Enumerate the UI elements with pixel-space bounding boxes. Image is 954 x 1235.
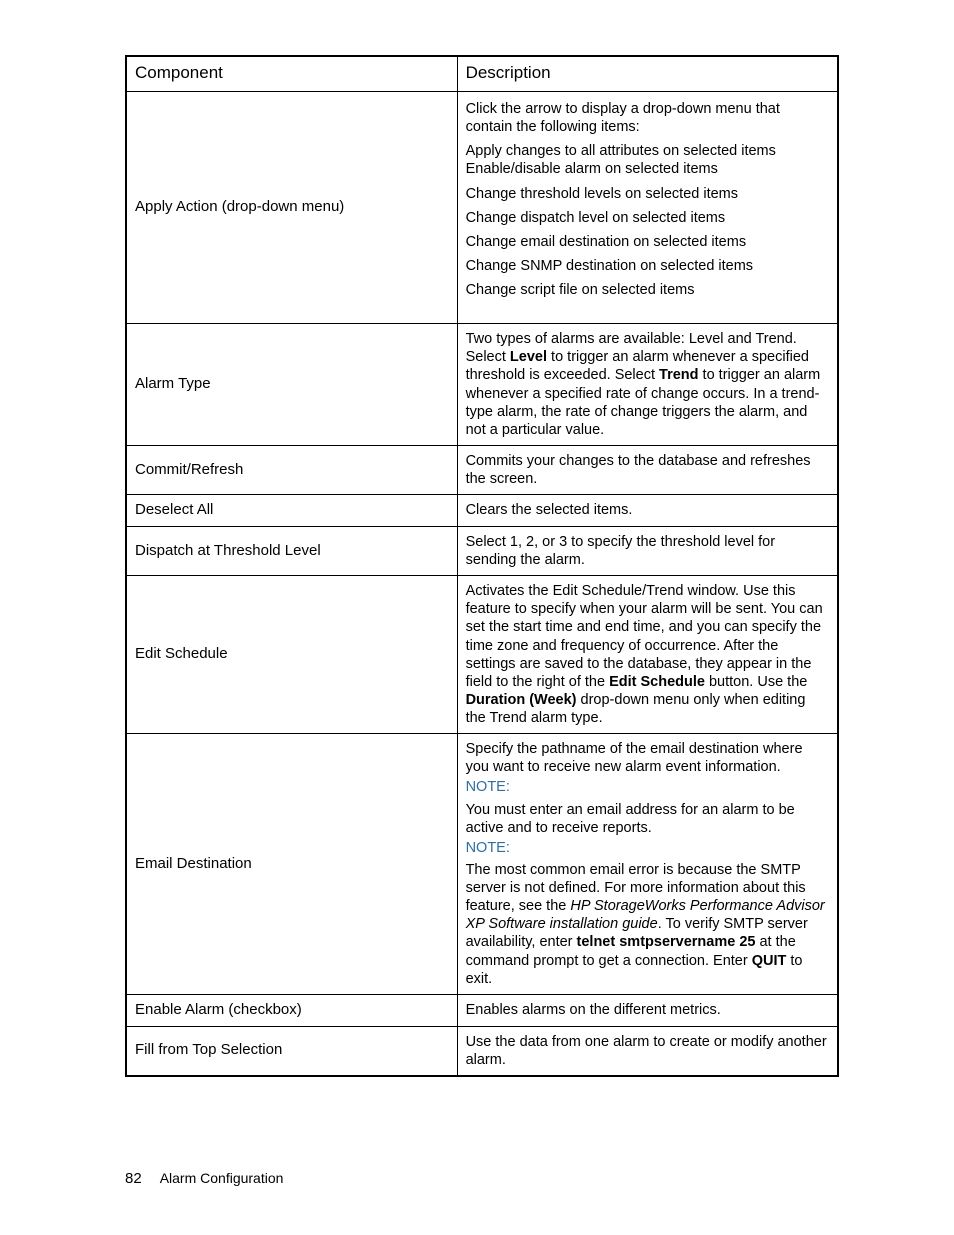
alarm-type-text: Two types of alarms are available: Level… [466, 330, 829, 439]
apply-action-intro: Click the arrow to display a drop-down m… [466, 100, 829, 136]
description-cell: Enables alarms on the different metrics. [457, 994, 838, 1026]
page-footer: 82 Alarm Configuration [125, 1170, 283, 1187]
component-cell: Dispatch at Threshold Level [126, 526, 457, 575]
note-label: NOTE: [466, 839, 829, 857]
header-description: Description [457, 56, 838, 92]
description-cell: Use the data from one alarm to create or… [457, 1026, 838, 1076]
footer-title: Alarm Configuration [160, 1170, 284, 1186]
component-cell: Deselect All [126, 495, 457, 527]
apply-action-item: Enable/disable alarm on selected items [466, 160, 829, 178]
component-cell: Email Destination [126, 734, 457, 995]
email-dest-p3: The most common email error is because t… [466, 861, 829, 988]
apply-action-item: Change email destination on selected ite… [466, 233, 829, 251]
description-cell: Click the arrow to display a drop-down m… [457, 92, 838, 324]
table-row: Enable Alarm (checkbox) Enables alarms o… [126, 994, 838, 1026]
description-cell: Two types of alarms are available: Level… [457, 324, 838, 446]
description-cell: Select 1, 2, or 3 to specify the thresho… [457, 526, 838, 575]
table-row: Email Destination Specify the pathname o… [126, 734, 838, 995]
header-component: Component [126, 56, 457, 92]
component-cell: Edit Schedule [126, 576, 457, 734]
apply-action-item: Change SNMP destination on selected item… [466, 257, 829, 275]
table-row: Apply Action (drop-down menu) Click the … [126, 92, 838, 324]
table-row: Edit Schedule Activates the Edit Schedul… [126, 576, 838, 734]
table-row: Dispatch at Threshold Level Select 1, 2,… [126, 526, 838, 575]
apply-action-item: Apply changes to all attributes on selec… [466, 142, 829, 160]
apply-action-item: Change dispatch level on selected items [466, 209, 829, 227]
page-number: 82 [125, 1170, 142, 1187]
edit-schedule-text: Activates the Edit Schedule/Trend window… [466, 582, 829, 727]
note-label: NOTE: [466, 778, 829, 796]
component-cell: Apply Action (drop-down menu) [126, 92, 457, 324]
component-cell: Enable Alarm (checkbox) [126, 994, 457, 1026]
table-row: Alarm Type Two types of alarms are avail… [126, 324, 838, 446]
component-cell: Commit/Refresh [126, 445, 457, 494]
description-cell: Clears the selected items. [457, 495, 838, 527]
component-description-table: Component Description Apply Action (drop… [125, 55, 839, 1077]
component-cell: Alarm Type [126, 324, 457, 446]
email-dest-p2: You must enter an email address for an a… [466, 801, 829, 837]
description-cell: Activates the Edit Schedule/Trend window… [457, 576, 838, 734]
table-row: Commit/Refresh Commits your changes to t… [126, 445, 838, 494]
description-cell: Commits your changes to the database and… [457, 445, 838, 494]
table-row: Fill from Top Selection Use the data fro… [126, 1026, 838, 1076]
apply-action-item: Change script file on selected items [466, 281, 829, 299]
apply-action-item: Change threshold levels on selected item… [466, 185, 829, 203]
description-cell: Specify the pathname of the email destin… [457, 734, 838, 995]
email-dest-p1: Specify the pathname of the email destin… [466, 740, 829, 776]
table-row: Deselect All Clears the selected items. [126, 495, 838, 527]
component-cell: Fill from Top Selection [126, 1026, 457, 1076]
